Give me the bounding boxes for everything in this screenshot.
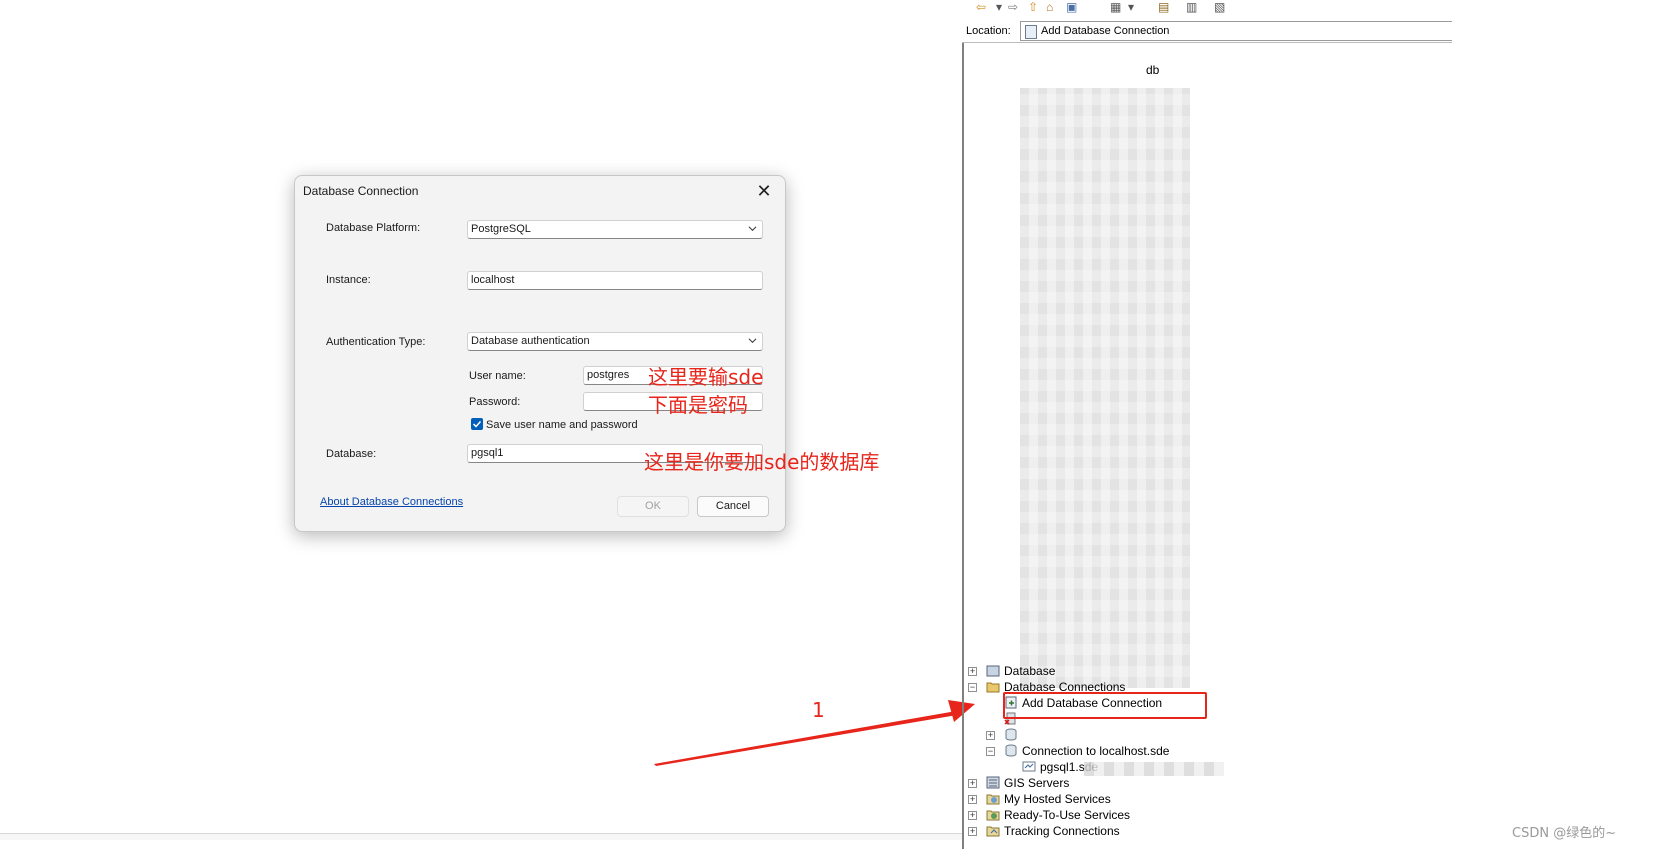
- catalog-tree: db + Database − Database Connections Add…: [962, 43, 1454, 849]
- tree-item-label: Database: [1004, 664, 1056, 678]
- tree-item-connection-localhost[interactable]: − Connection to localhost.sde: [986, 743, 1206, 759]
- auth-type-value: Database authentication: [471, 335, 590, 347]
- tree-item-ready-to-use-services[interactable]: + Ready-To-Use Services: [968, 807, 1168, 823]
- platform-label: Database Platform:: [326, 222, 421, 234]
- folder-icon: [986, 682, 1000, 693]
- platform-select[interactable]: PostgreSQL: [467, 220, 763, 239]
- tree-item-label: Ready-To-Use Services: [1004, 808, 1131, 822]
- view-icon[interactable]: ▦: [1110, 0, 1126, 14]
- location-value: Add Database Connection: [1041, 25, 1170, 37]
- username-value: postgres: [587, 369, 630, 381]
- catalog-toolbar: ⇦ ▾ ⇨ ⇧ ⌂ ▣ ▦ ▾ ▤ ▥ ▧: [962, 0, 1452, 18]
- ok-button[interactable]: OK: [617, 496, 689, 517]
- database-value: pgsql1: [471, 447, 504, 459]
- database-connection-dialog: Database Connection ✕ Database Platform:…: [294, 175, 786, 532]
- expand-icon[interactable]: +: [986, 731, 995, 740]
- tree-item-label: Tracking Connections: [1004, 824, 1120, 838]
- platform-value: PostgreSQL: [471, 223, 531, 235]
- view-dropdown-icon[interactable]: ▾: [1128, 0, 1144, 14]
- home-icon[interactable]: ⌂: [1046, 0, 1062, 14]
- dialog-title: Database Connection: [303, 184, 419, 198]
- gis-servers-icon: [986, 776, 1000, 789]
- chevron-down-icon: [748, 338, 757, 344]
- connect-folder-icon[interactable]: ▣: [1066, 0, 1082, 14]
- dataset-icon: [1022, 761, 1036, 772]
- pixelated-region: [1020, 88, 1190, 688]
- about-connections-link[interactable]: About Database Connections: [320, 496, 463, 508]
- metadata-icon[interactable]: ▧: [1214, 0, 1230, 14]
- save-credentials-row[interactable]: Save user name and password: [471, 418, 638, 431]
- tree-item-partial[interactable]: db: [1146, 62, 1159, 78]
- forward-icon[interactable]: ⇨: [1008, 0, 1024, 14]
- tree-item-label: My Hosted Services: [1004, 792, 1111, 806]
- location-label: Location:: [966, 25, 1011, 37]
- database-servers-icon: [986, 665, 1000, 677]
- checkmark-icon: [472, 420, 482, 428]
- database-icon: [1005, 744, 1017, 757]
- cancel-button[interactable]: Cancel: [697, 496, 769, 517]
- tree-item-remote-connection[interactable]: +: [986, 727, 1017, 743]
- tree-item-tracking-connections[interactable]: + Tracking Connections: [968, 823, 1168, 839]
- ready-to-use-services-icon: [986, 810, 1000, 821]
- tree-item-label: Connection to localhost.sde: [1022, 744, 1170, 758]
- auth-type-label: Authentication Type:: [326, 336, 426, 348]
- up-icon[interactable]: ⇧: [1028, 0, 1044, 14]
- username-annotation: 这里要输sde: [648, 365, 764, 389]
- tree-item-my-hosted-services[interactable]: + My Hosted Services: [968, 791, 1168, 807]
- catalog-panel: ⇦ ▾ ⇨ ⇧ ⌂ ▣ ▦ ▾ ▤ ▥ ▧ Location: Add Data…: [962, 0, 1452, 849]
- expand-icon[interactable]: +: [968, 795, 977, 804]
- hosted-services-icon: [986, 794, 1000, 805]
- password-label: Password:: [469, 396, 521, 408]
- instance-label: Instance:: [326, 274, 371, 286]
- location-field[interactable]: Add Database Connection: [1020, 21, 1452, 41]
- instance-value: localhost: [471, 274, 515, 286]
- expand-icon[interactable]: +: [968, 667, 977, 676]
- watermark: CSDN @绿色的~: [1512, 826, 1617, 841]
- database-connection-icon: [1025, 25, 1037, 39]
- save-credentials-label: Save user name and password: [486, 419, 638, 431]
- instance-input[interactable]: localhost: [467, 271, 763, 290]
- expand-icon[interactable]: +: [968, 827, 977, 836]
- red-arrow-icon: [654, 700, 975, 766]
- tree-item-label: GIS Servers: [1004, 776, 1070, 790]
- expand-icon[interactable]: +: [968, 811, 977, 820]
- database-icon: [1005, 728, 1017, 741]
- database-annotation: 这里是你要加sde的数据库: [644, 450, 880, 474]
- save-credentials-checkbox[interactable]: [471, 418, 483, 430]
- pixelated-region: [1084, 762, 1224, 776]
- tree-item-gis-servers[interactable]: + GIS Servers: [968, 775, 1168, 791]
- back-icon[interactable]: ⇦: [976, 0, 992, 14]
- close-icon[interactable]: ✕: [753, 180, 775, 202]
- expand-icon[interactable]: +: [968, 779, 977, 788]
- tracking-connections-icon: [986, 826, 1000, 837]
- tree-item-database-servers[interactable]: + Database: [968, 663, 1168, 679]
- username-label: User name:: [469, 370, 526, 382]
- bottom-scrollbar: [0, 833, 962, 840]
- auth-type-select[interactable]: Database authentication: [467, 332, 763, 351]
- password-annotation: 下面是密码: [648, 393, 748, 417]
- collapse-icon[interactable]: −: [968, 683, 977, 692]
- launch-icon[interactable]: ▤: [1158, 0, 1174, 14]
- highlight-box: [1003, 692, 1207, 719]
- chevron-down-icon: [748, 226, 757, 232]
- collapse-icon[interactable]: −: [986, 747, 995, 756]
- tree-options-icon[interactable]: ▥: [1186, 0, 1202, 14]
- database-label: Database:: [326, 448, 377, 460]
- location-bar: Location: Add Database Connection: [962, 20, 1452, 43]
